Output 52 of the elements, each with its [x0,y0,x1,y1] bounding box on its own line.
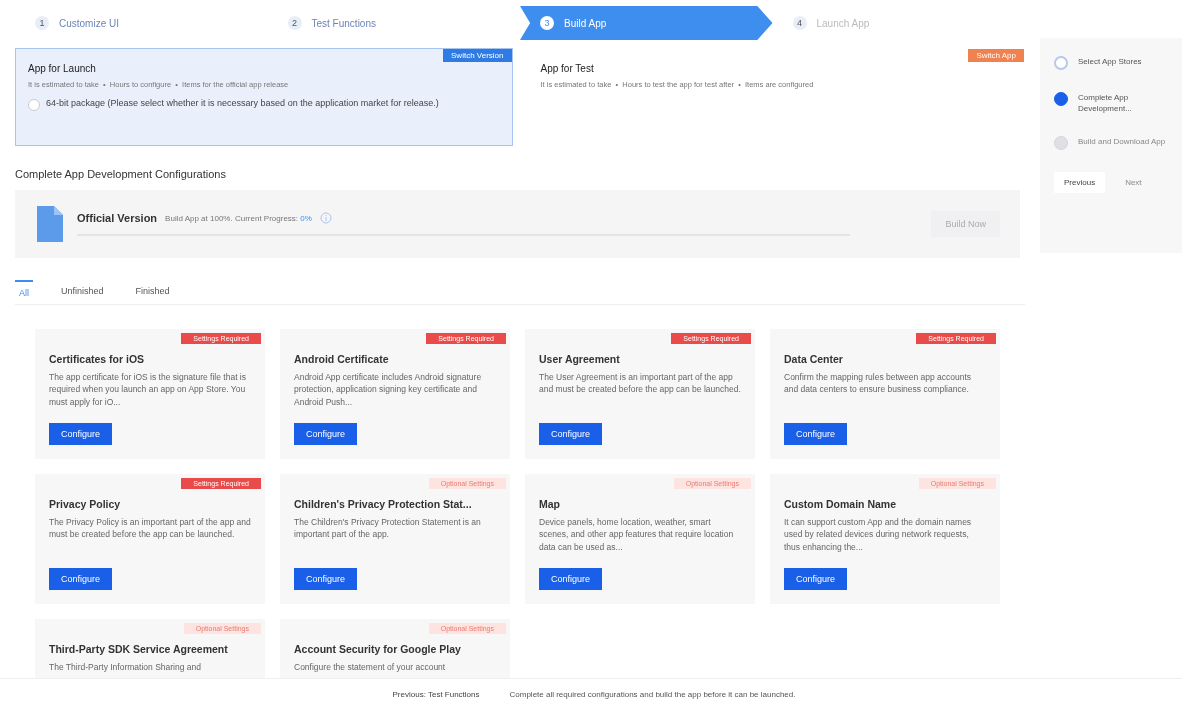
card-title: Children's Privacy Protection Stat... [294,498,473,510]
build-title: Official Version [77,212,158,224]
card-description: The Third-Party Information Sharing and [49,661,202,674]
configure-button[interactable]: Configure [539,423,603,445]
step-tab[interactable]: 2 Test Functions [267,6,520,40]
card-description: Device panels, home location, weather, smart scenes, and other app features that require location data can be used as... [539,516,735,554]
card-description: It can support custom App and the domain names used by related devices during network requests, thus enhancing the... [784,516,973,554]
configure-button[interactable]: Configure [294,423,358,445]
step-label: Complete App Development... [1078,92,1133,115]
step-tab[interactable]: 3 Build App [520,6,773,40]
configure-button[interactable]: Configure [294,568,358,590]
card-description: The app certificate for iOS is the signature file that is required when you launch an app on App Store. You must apply for iO... [49,371,247,409]
card-title: Privacy Policy [49,498,122,510]
checkbox[interactable] [28,99,40,111]
card-title: Certificates for iOS [49,353,146,365]
card-title: Map [539,498,561,510]
step-label: Select App Stores [1078,56,1142,68]
nav-button[interactable]: Previous [1054,172,1106,194]
step-label: Build and Download App [1078,136,1166,149]
configure-button[interactable]: Configure [49,423,113,445]
section-title: Complete App Development Configurations [15,168,227,180]
card-title: Custom Domain Name [784,498,898,510]
configure-button[interactable]: Configure [784,568,848,590]
card-description: The User Agreement is an important part of the app and must be created before the app can be launched. [539,371,741,397]
card-description: The Privacy Policy is an important part of the app and must be created before the app can be launched. [49,516,251,542]
card-description: The Children's Privacy Protection Statement is an important part of the app. [294,516,482,542]
filter-tab[interactable]: Finished [131,280,174,304]
configure-button[interactable]: Configure [784,423,848,445]
app-type-card[interactable] [15,48,513,146]
configure-button[interactable]: Configure [49,568,113,590]
card-description: Android App certificate includes Android signature protection, application signing key certificate and Android Push... [294,371,483,409]
previous-button[interactable]: Previous: Test Functions [386,688,486,700]
app-type-title: App for Launch [28,63,97,74]
info-icon [319,212,332,224]
filter-tab[interactable]: All [15,280,33,304]
card-description: Configure the statement of your account [294,661,447,674]
document-icon [35,206,63,242]
step-tab[interactable]: 1 Customize UI [15,6,268,40]
step-tab[interactable]: 4 Launch App [772,6,1025,40]
card-title: Third-Party SDK Service Agreement [49,643,229,655]
card-title: Android Certificate [294,353,390,365]
card-title: Account Security for Google Play [294,643,462,655]
filter-tab[interactable]: Unfinished [57,280,108,304]
footer-message: Complete all required configurations and build the app before it can be launched. [509,689,796,699]
app-type-badge[interactable]: Switch Version [443,49,512,62]
card-description: Confirm the mapping rules between app accounts and data centers to ensure business compliance. [784,371,973,397]
app-type-title: App for Test [540,63,595,74]
configure-button[interactable]: Configure [539,568,603,590]
card-title: User Agreement [539,353,621,365]
checkbox-label: 64-bit package (Please select whether it is necessary based on the application market for release.) [46,97,439,110]
card-title: Data Center [784,353,844,365]
build-progress-text: Build App at 100%. Current Progress: 0% [165,213,312,223]
